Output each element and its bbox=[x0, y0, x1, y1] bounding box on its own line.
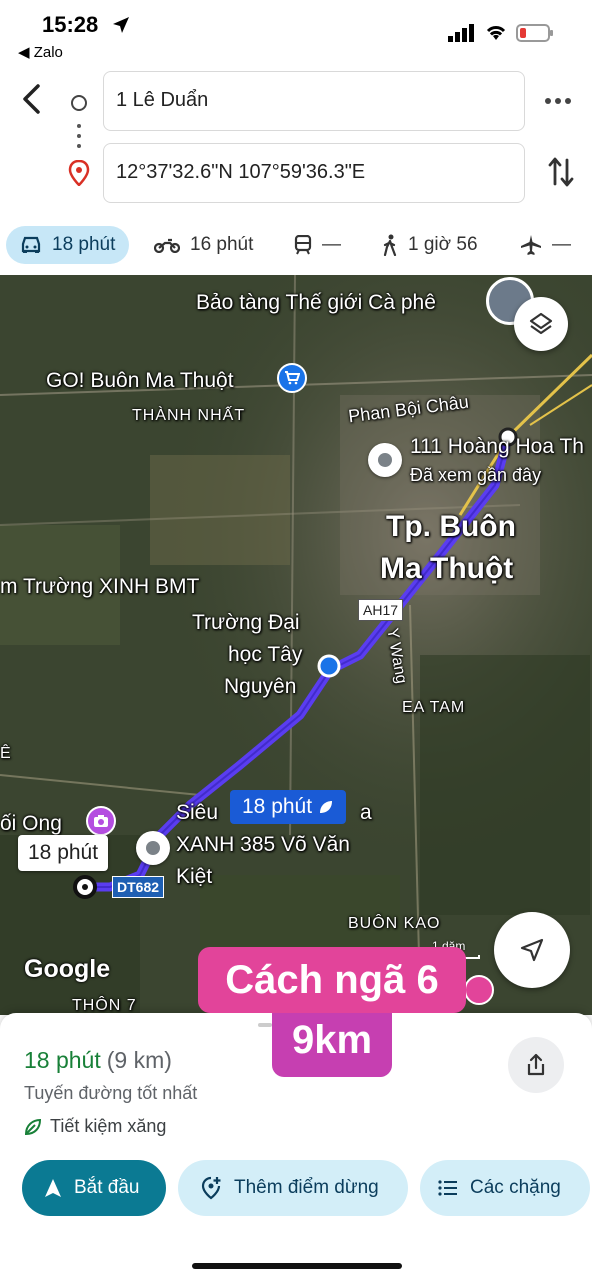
train-icon bbox=[294, 235, 312, 255]
map-label-thanh-nhat: THÀNH NHẤT bbox=[132, 407, 246, 424]
home-indicator bbox=[192, 1263, 402, 1269]
more-options-icon[interactable] bbox=[544, 96, 572, 106]
map-label-sieu-1: Siêu bbox=[176, 801, 219, 824]
shopping-cart-icon[interactable] bbox=[277, 363, 307, 393]
destination-pin-icon bbox=[68, 160, 90, 186]
road-shield-dt682: DT682 bbox=[112, 876, 165, 898]
wifi-icon bbox=[486, 26, 506, 40]
layers-icon bbox=[529, 312, 553, 335]
map-label-school: m Trường XINH BMT bbox=[0, 575, 200, 598]
caption-line-1: Cách ngã 6 bbox=[198, 947, 466, 1013]
eco-leaf-icon bbox=[24, 1118, 42, 1135]
origin-input[interactable]: 1 Lê Duẩn bbox=[103, 71, 525, 131]
map-label-e: Ê bbox=[0, 745, 12, 762]
route-panel: 1 Lê Duẩn 12°37'32.6"N 107°59'36.3"E 18 … bbox=[0, 60, 592, 275]
share-icon bbox=[527, 1053, 545, 1076]
store-pin-icon[interactable] bbox=[136, 831, 170, 865]
destination-duration-chip[interactable]: 18 phút bbox=[18, 835, 109, 871]
map-label-university-1: Trường Đại bbox=[192, 611, 300, 634]
route-eta: 18 phút (9 km) bbox=[24, 1047, 172, 1074]
mode-motorbike-label: 16 phút bbox=[190, 234, 254, 255]
route-duration-chip[interactable]: 18 phút bbox=[230, 790, 347, 824]
swap-icon[interactable] bbox=[547, 156, 575, 188]
add-pin-icon bbox=[201, 1176, 221, 1200]
map-label-go-mall: GO! Buôn Ma Thuột bbox=[46, 369, 234, 392]
map-label-oi-ong: ối Ong bbox=[0, 812, 62, 835]
destination-input[interactable]: 12°37'32.6"N 107°59'36.3"E bbox=[103, 143, 525, 203]
travel-mode-bar: 18 phút 16 phút — 1 giờ 56 — bbox=[0, 226, 592, 270]
map-label-sieu-3: Kiệt bbox=[176, 865, 213, 888]
navigation-arrow-icon bbox=[520, 938, 544, 962]
connector-dots-icon bbox=[77, 124, 81, 148]
location-arrow-icon bbox=[113, 17, 129, 33]
road-shield-ah17: AH17 bbox=[358, 599, 404, 621]
map-label-ea-tam: EA TAM bbox=[402, 699, 466, 716]
route-chip-label: 18 phút bbox=[242, 795, 313, 818]
start-navigation-button[interactable]: Bắt đầu bbox=[22, 1160, 166, 1216]
walk-icon bbox=[383, 234, 397, 256]
share-button[interactable] bbox=[508, 1037, 564, 1093]
battery-icon bbox=[516, 24, 553, 42]
status-time: 15:28 bbox=[42, 12, 99, 37]
list-icon bbox=[438, 1180, 457, 1196]
origin-circle-icon bbox=[71, 95, 87, 111]
cell-signal-icon bbox=[448, 24, 474, 42]
steps-label: Các chặng bbox=[470, 1177, 561, 1198]
recenter-button[interactable] bbox=[494, 912, 570, 988]
back-to-app-link[interactable]: ◀ Zalo bbox=[18, 43, 63, 61]
mode-car-tab[interactable]: 18 phút bbox=[6, 226, 130, 264]
car-icon bbox=[21, 236, 41, 253]
add-stop-button[interactable]: Thêm điểm dừng bbox=[178, 1160, 408, 1216]
eco-label: Tiết kiệm xăng bbox=[50, 1116, 167, 1136]
route-eta-time: 18 phút bbox=[24, 1047, 101, 1073]
route-distance: (9 km) bbox=[106, 1047, 172, 1073]
motorbike-icon bbox=[154, 238, 180, 253]
mode-car-label: 18 phút bbox=[52, 234, 116, 255]
current-location-dot bbox=[317, 654, 341, 678]
map-label-recently-viewed: Đã xem gần đây bbox=[410, 465, 542, 485]
caption-line-2: 9km bbox=[272, 1007, 392, 1077]
start-label: Bắt đầu bbox=[74, 1177, 140, 1198]
saved-place-pin-icon[interactable] bbox=[368, 443, 402, 477]
mode-flight-tab[interactable]: — bbox=[520, 226, 571, 264]
layers-button[interactable] bbox=[514, 297, 568, 351]
camera-icon[interactable] bbox=[86, 806, 116, 836]
map-label-buon-kao: BUÔN KAO bbox=[348, 915, 441, 932]
mode-transit-label: — bbox=[322, 234, 341, 255]
mode-walk-label: 1 giờ 56 bbox=[408, 234, 478, 255]
mode-walk-tab[interactable]: 1 giờ 56 bbox=[382, 226, 478, 264]
map-view[interactable]: Bảo tàng Thế giới Cà phê GO! Buôn Ma Thu… bbox=[0, 275, 592, 1015]
status-bar: 15:28 ◀ Zalo bbox=[0, 0, 592, 61]
map-label-hoang-hoa: 111 Hoàng Hoa Th bbox=[410, 435, 584, 458]
airplane-icon bbox=[521, 235, 541, 255]
google-logo: Google bbox=[24, 955, 111, 983]
map-label-university-2: học Tây bbox=[228, 643, 303, 666]
map-label-city-1: Tp. Buôn bbox=[386, 510, 516, 543]
map-label-sieu-1b: a bbox=[360, 801, 372, 824]
add-stop-label: Thêm điểm dừng bbox=[234, 1177, 379, 1198]
route-description: Tuyến đường tốt nhất bbox=[24, 1083, 198, 1103]
mode-transit-tab[interactable]: — bbox=[294, 226, 341, 264]
back-arrow-icon[interactable] bbox=[16, 82, 50, 116]
leaf-icon bbox=[320, 801, 333, 813]
mode-motorbike-tab[interactable]: 16 phút bbox=[154, 226, 253, 264]
map-label-museum: Bảo tàng Thế giới Cà phê bbox=[196, 291, 436, 314]
navigation-icon bbox=[45, 1179, 61, 1197]
map-label-city-2: Ma Thuột bbox=[380, 552, 514, 585]
steps-button[interactable]: Các chặng bbox=[420, 1160, 590, 1216]
ticket-icon[interactable] bbox=[464, 975, 494, 1005]
mode-flight-label: — bbox=[552, 234, 571, 255]
distance-caption-overlay: 9km Cách ngã 6 bbox=[198, 947, 466, 1077]
eco-badge: Tiết kiệm xăng bbox=[24, 1116, 166, 1137]
map-label-sieu-2: XANH 385 Võ Văn bbox=[176, 833, 350, 856]
map-label-university-3: Nguyên bbox=[224, 675, 297, 698]
